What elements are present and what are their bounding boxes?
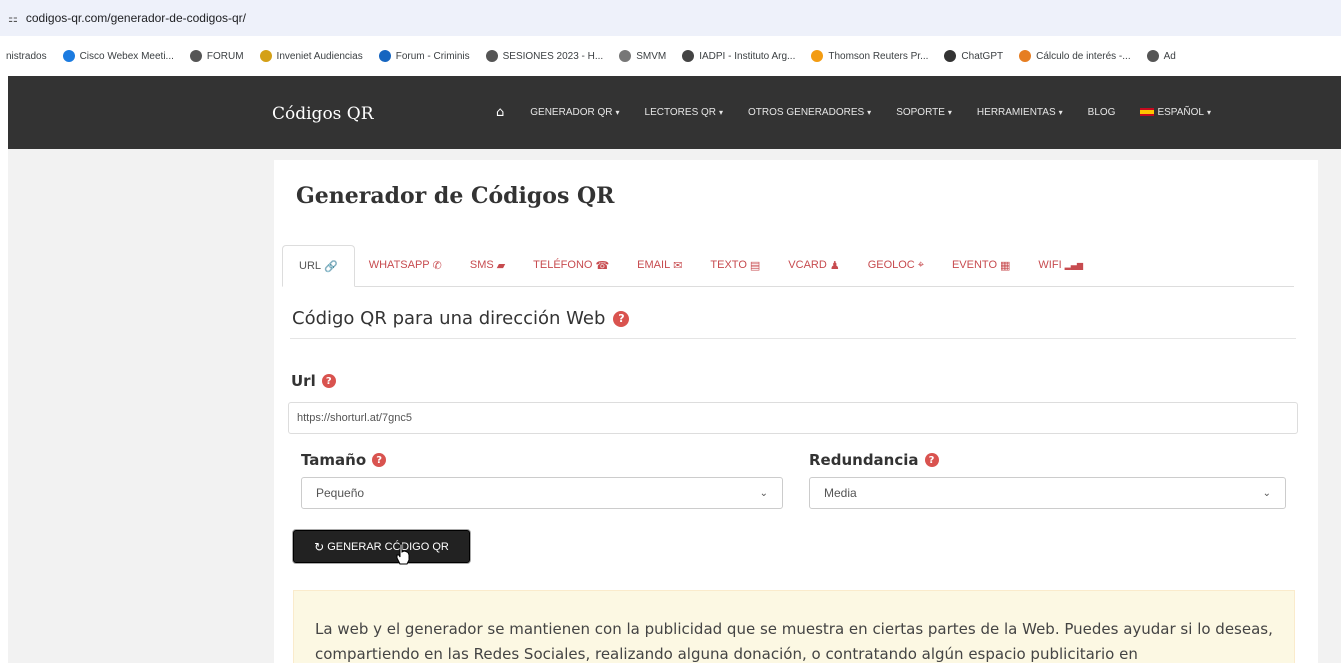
map-marker-icon: ⌖	[917, 258, 924, 271]
nav-otros-generadores[interactable]: OTROS GENERADORES ▾	[748, 107, 871, 118]
calendar-icon: ▦	[1000, 258, 1011, 272]
chevron-down-icon: ▾	[1206, 108, 1211, 117]
nav-generador-qr[interactable]: GENERADOR QR ▾	[530, 107, 619, 118]
url-input[interactable]: https://shorturl.at/7gnc5	[288, 402, 1298, 434]
bookmark-item[interactable]: Cisco Webex Meeti...	[62, 50, 174, 62]
nav-lectores-qr[interactable]: LECTORES QR ▾	[645, 107, 724, 118]
hand-cursor-icon	[396, 543, 410, 565]
nav-soporte[interactable]: SOPORTE ▾	[896, 107, 952, 118]
nav-language[interactable]: ESPAÑOL ▾	[1140, 107, 1211, 118]
site-info-icon[interactable]: ⚏	[8, 12, 18, 25]
chevron-down-icon: ⌄	[759, 487, 768, 499]
help-icon[interactable]: ?	[321, 374, 336, 388]
url-text[interactable]: codigos-qr.com/generador-de-codigos-qr/	[26, 11, 246, 25]
help-icon[interactable]: ?	[613, 310, 630, 327]
bookmark-item[interactable]: Forum - Criminis	[378, 50, 470, 62]
user-icon: ♟	[829, 258, 840, 272]
url-label: Url ?	[291, 372, 336, 390]
chatgpt-icon	[944, 50, 957, 62]
inveniet-icon	[259, 50, 272, 62]
chevron-down-icon: ▾	[867, 108, 872, 117]
tab-email[interactable]: EMAIL ✉	[623, 244, 696, 286]
tab-telefono[interactable]: TELÉFONO ☎	[519, 244, 623, 286]
divider	[290, 338, 1296, 339]
tab-sms[interactable]: SMS ▰	[456, 244, 519, 286]
refresh-icon: ↻	[314, 539, 325, 554]
tab-vcard[interactable]: VCARD ♟	[774, 244, 853, 286]
page-title: Generador de Códigos QR	[296, 183, 615, 209]
redundancy-select[interactable]: Media ⌄	[809, 477, 1286, 509]
bookmark-item[interactable]: IADPI - Instituto Arg...	[682, 50, 795, 62]
bookmark-item[interactable]: Thomson Reuters Pr...	[811, 50, 928, 62]
calc-icon	[1019, 50, 1032, 62]
chevron-down-icon: ▾	[615, 108, 620, 117]
envelope-icon: ✉	[673, 258, 683, 272]
globe-icon	[485, 50, 498, 62]
iadpi-icon	[682, 50, 695, 62]
chevron-down-icon: ▾	[719, 108, 724, 117]
bookmark-item[interactable]: SESIONES 2023 - H...	[485, 50, 603, 62]
comment-icon: ▰	[496, 258, 506, 272]
tr-icon	[811, 50, 824, 62]
tab-url[interactable]: URL 🔗	[282, 245, 355, 287]
tab-evento[interactable]: EVENTO ▦	[938, 244, 1024, 286]
tab-whatsapp[interactable]: WHATSAPP ✆	[355, 244, 456, 286]
bookmark-item[interactable]: SMVM	[619, 50, 666, 62]
help-icon[interactable]: ?	[372, 453, 387, 467]
link-icon: 🔗	[324, 259, 338, 273]
size-label: Tamaño ?	[301, 451, 387, 469]
nav-menu: ⌂ GENERADOR QR ▾ LECTORES QR ▾ OTROS GENER…	[496, 76, 1236, 149]
brand-link[interactable]: Códigos QR	[272, 104, 374, 124]
globe-icon	[189, 50, 202, 62]
tab-geoloc[interactable]: GEOLOC ⌖	[854, 244, 938, 286]
nav-herramientas[interactable]: HERRAMIENTAS ▾	[977, 107, 1063, 118]
redundancy-label: Redundancia ?	[809, 451, 939, 469]
bookmark-item[interactable]: ChatGPT	[944, 50, 1003, 62]
qr-type-tabs: URL 🔗 WHATSAPP ✆ SMS ▰ TELÉFONO ☎ EMAIL ✉ TEX…	[282, 245, 1294, 287]
globe-icon	[1146, 50, 1159, 62]
section-title: Código QR para una dirección Web ?	[292, 308, 630, 329]
whatsapp-icon: ✆	[432, 258, 442, 272]
help-icon[interactable]: ?	[924, 453, 939, 467]
bookmark-item[interactable]: Ad	[1146, 50, 1176, 62]
smvm-icon	[619, 50, 632, 62]
bookmarks-bar: nistrados Cisco Webex Meeti... FORUM Inveni…	[0, 36, 1341, 76]
nav-blog[interactable]: BLOG	[1088, 107, 1116, 118]
text-document-icon: ▤	[749, 258, 761, 272]
chevron-down-icon: ▾	[1058, 108, 1063, 117]
chevron-down-icon: ▾	[947, 108, 952, 117]
generate-qr-button[interactable]: ↻ GENERAR CÓDIGO QR	[293, 530, 470, 563]
bookmark-item[interactable]: FORUM	[189, 50, 244, 62]
support-notice: La web y el generador se mantienen con l…	[293, 590, 1295, 663]
phone-icon: ☎	[595, 258, 610, 272]
webex-icon	[62, 50, 75, 62]
address-bar[interactable]: ⚏ codigos-qr.com/generador-de-codigos-qr…	[0, 0, 1341, 36]
chevron-down-icon: ⌄	[1262, 487, 1271, 499]
bookmark-item[interactable]: Cálculo de interés -...	[1019, 50, 1131, 62]
forum-icon	[378, 50, 391, 62]
bookmark-item[interactable]: Inveniet Audiencias	[259, 50, 363, 62]
site-navbar: Códigos QR ⌂ GENERADOR QR ▾ LECTORES QR ▾ …	[8, 76, 1341, 149]
tab-wifi[interactable]: WIFI ▂▄▆	[1024, 244, 1097, 286]
size-select[interactable]: Pequeño ⌄	[301, 477, 783, 509]
tab-texto[interactable]: TEXTO ▤	[696, 244, 774, 286]
bookmark-item[interactable]: nistrados	[6, 51, 47, 62]
spain-flag-icon	[1140, 108, 1155, 117]
signal-icon: ▂▄▆	[1064, 260, 1084, 270]
home-icon[interactable]: ⌂	[496, 105, 504, 120]
